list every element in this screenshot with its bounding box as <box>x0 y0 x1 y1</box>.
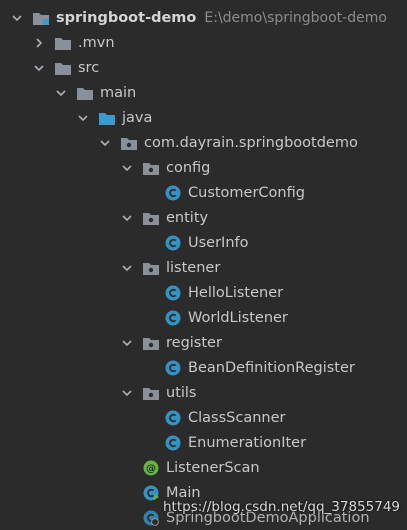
watermark-url: https://blog.csdn.net/qq_37855749 <box>162 499 400 515</box>
project-tree: springboot-demo E:\demo\springboot-demo … <box>0 5 407 530</box>
chevron-down-icon[interactable] <box>54 86 68 100</box>
class-label: ClassScanner <box>188 409 286 426</box>
tree-row-beandefinitionregister[interactable]: BeanDefinitionRegister <box>0 355 407 380</box>
class-icon <box>164 235 182 251</box>
tree-row-customerconfig[interactable]: CustomerConfig <box>0 180 407 205</box>
package-label: com.dayrain.springbootdemo <box>144 134 358 151</box>
package-label: utils <box>166 384 197 401</box>
tree-row-mvn[interactable]: .mvn <box>0 30 407 55</box>
class-label: WorldListener <box>188 309 288 326</box>
chevron-down-icon[interactable] <box>120 161 134 175</box>
chevron-down-icon[interactable] <box>76 111 90 125</box>
module-folder-icon <box>32 10 50 26</box>
chevron-down-icon[interactable] <box>120 386 134 400</box>
project-path: E:\demo\springboot-demo <box>204 9 387 26</box>
source-folder-icon <box>98 110 116 126</box>
class-label: UserInfo <box>188 234 249 251</box>
tree-row-entity[interactable]: entity <box>0 205 407 230</box>
folder-label: main <box>100 84 137 101</box>
tree-row-project[interactable]: springboot-demo E:\demo\springboot-demo <box>0 5 407 30</box>
tree-row-listenerscan[interactable]: @ ListenerScan <box>0 455 407 480</box>
package-icon <box>120 135 138 151</box>
spring-boot-class-icon <box>142 510 160 526</box>
package-icon <box>142 335 160 351</box>
svg-text:@: @ <box>146 463 156 474</box>
chevron-down-icon[interactable] <box>120 261 134 275</box>
tree-row-main[interactable]: main <box>0 80 407 105</box>
tree-row-worldlistener[interactable]: WorldListener <box>0 305 407 330</box>
tree-row-listener[interactable]: listener <box>0 255 407 280</box>
tree-row-java[interactable]: java <box>0 105 407 130</box>
folder-icon <box>54 35 72 51</box>
annotation-icon: @ <box>142 460 160 476</box>
class-label: BeanDefinitionRegister <box>188 359 355 376</box>
annotation-label: ListenerScan <box>166 459 260 476</box>
package-icon <box>142 385 160 401</box>
tree-row-register[interactable]: register <box>0 330 407 355</box>
folder-label: java <box>122 109 153 126</box>
folder-label: src <box>78 59 100 76</box>
package-label: listener <box>166 259 221 276</box>
class-icon <box>164 360 182 376</box>
chevron-down-icon[interactable] <box>32 61 46 75</box>
class-icon <box>164 310 182 326</box>
folder-label: .mvn <box>78 34 115 51</box>
package-icon <box>142 210 160 226</box>
chevron-down-icon[interactable] <box>120 211 134 225</box>
class-icon <box>164 185 182 201</box>
tree-row-package[interactable]: com.dayrain.springbootdemo <box>0 130 407 155</box>
package-label: entity <box>166 209 209 226</box>
class-label: EnumerationIter <box>188 434 307 451</box>
tree-row-userinfo[interactable]: UserInfo <box>0 230 407 255</box>
chevron-down-icon[interactable] <box>10 11 24 25</box>
tree-row-src[interactable]: src <box>0 55 407 80</box>
tree-row-classscanner[interactable]: ClassScanner <box>0 405 407 430</box>
tree-row-utils[interactable]: utils <box>0 380 407 405</box>
package-icon <box>142 160 160 176</box>
tree-row-hellolistener[interactable]: HelloListener <box>0 280 407 305</box>
package-icon <box>142 260 160 276</box>
folder-icon <box>54 60 72 76</box>
class-label: CustomerConfig <box>188 184 305 201</box>
runnable-class-icon <box>142 485 160 501</box>
class-icon <box>164 285 182 301</box>
folder-icon <box>76 85 94 101</box>
class-label: HelloListener <box>188 284 284 301</box>
project-name: springboot-demo <box>56 9 197 26</box>
chevron-right-icon[interactable] <box>32 36 46 50</box>
chevron-down-icon[interactable] <box>120 336 134 350</box>
class-icon <box>164 410 182 426</box>
class-icon <box>164 435 182 451</box>
package-label: register <box>166 334 222 351</box>
tree-row-config[interactable]: config <box>0 155 407 180</box>
chevron-down-icon[interactable] <box>98 136 112 150</box>
package-label: config <box>166 159 211 176</box>
tree-row-enumerationiter[interactable]: EnumerationIter <box>0 430 407 455</box>
